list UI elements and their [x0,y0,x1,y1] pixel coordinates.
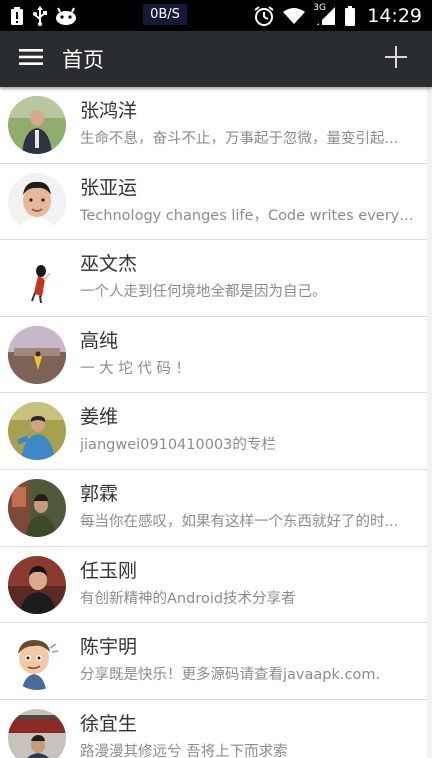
avatar [8,402,66,461]
status-bar: 0B/S 3G 14:29 [0,0,432,31]
android-icon [55,7,77,25]
list-item[interactable]: 陈宇明 分享既是快乐！更多源码请查看javaapk.com. [0,623,427,700]
list-item[interactable]: 任玉刚 有创新精神的Android技术分享者 [0,547,427,624]
contact-description: 分享既是快乐！更多源码请查看javaapk.com. [80,667,381,684]
plus-icon [385,46,407,72]
scroll-edge [427,87,432,758]
contact-description: 有创新精神的Android技术分享者 [80,590,296,607]
contact-name: 陈宇明 [80,636,138,659]
status-bar-right-icons: 3G 14:29 [253,0,422,31]
network-type-label: 3G [313,2,326,13]
hamburger-menu-icon [19,48,43,70]
avatar [8,478,66,537]
contact-description: 每当你在感叹，如果有这样一个东西就好了的时... [80,513,399,530]
battery-icon [344,5,356,27]
contact-description: 一个人走到任何境地全都是因为自己。 [80,284,327,301]
avatar [8,172,66,231]
list-item[interactable]: 高纯 一 大 坨 代 码 ！ [0,317,427,394]
page-title: 首页 [62,48,104,72]
contact-name: 郭霖 [80,482,119,505]
contact-list[interactable]: 张鸿洋 生命不息，奋斗不止，万事起于忽微，量变引起... 张亚运 Technol… [0,87,432,758]
contact-name: 巫文杰 [80,253,138,276]
avatar [8,632,66,691]
contact-name: 高纯 [80,329,119,352]
list-item[interactable]: 巫文杰 一个人走到任何境地全都是因为自己。 [0,240,427,317]
avatar [8,249,66,308]
contact-description: 路漫漫其修远兮 吾将上下而求索 [80,743,288,758]
contact-name: 姜维 [80,406,119,429]
menu-button[interactable] [0,31,62,87]
contact-name: 任玉刚 [80,559,138,582]
avatar [8,325,66,384]
usb-icon [32,5,48,26]
list-item[interactable]: 张亚运 Technology changes life，Code writes … [0,164,427,241]
contact-description: jiangwei0910410003的专栏 [80,437,276,454]
battery-alert-icon [9,6,25,26]
avatar [8,555,66,614]
list-item[interactable]: 徐宜生 路漫漫其修远兮 吾将上下而求索 [0,700,427,758]
list-item[interactable]: 张鸿洋 生命不息，奋斗不止，万事起于忽微，量变引起... [0,87,427,164]
avatar [8,96,66,154]
contact-name: 张亚运 [80,176,138,199]
contact-name: 徐宜生 [80,712,138,735]
contact-description: Technology changes life，Code writes ever… [80,207,419,224]
clock-time: 14:29 [367,4,422,27]
avatar [8,708,66,758]
alarm-icon [253,5,275,27]
list-item[interactable]: 郭霖 每当你在感叹，如果有这样一个东西就好了的时... [0,470,427,547]
cell-signal-icon: 3G [313,2,337,27]
contact-name: 张鸿洋 [80,100,138,122]
contact-description: 一 大 坨 代 码 ！ [80,360,191,377]
status-bar-left-icons [0,0,77,31]
list-item[interactable]: 姜维 jiangwei0910410003的专栏 [0,393,427,470]
add-button[interactable] [378,41,414,77]
wifi-icon [282,7,306,25]
network-speed-indicator: 0B/S [143,4,187,25]
contact-description: 生命不息，奋斗不止，万事起于忽微，量变引起... [80,131,399,147]
app-bar: 首页 [0,31,432,87]
